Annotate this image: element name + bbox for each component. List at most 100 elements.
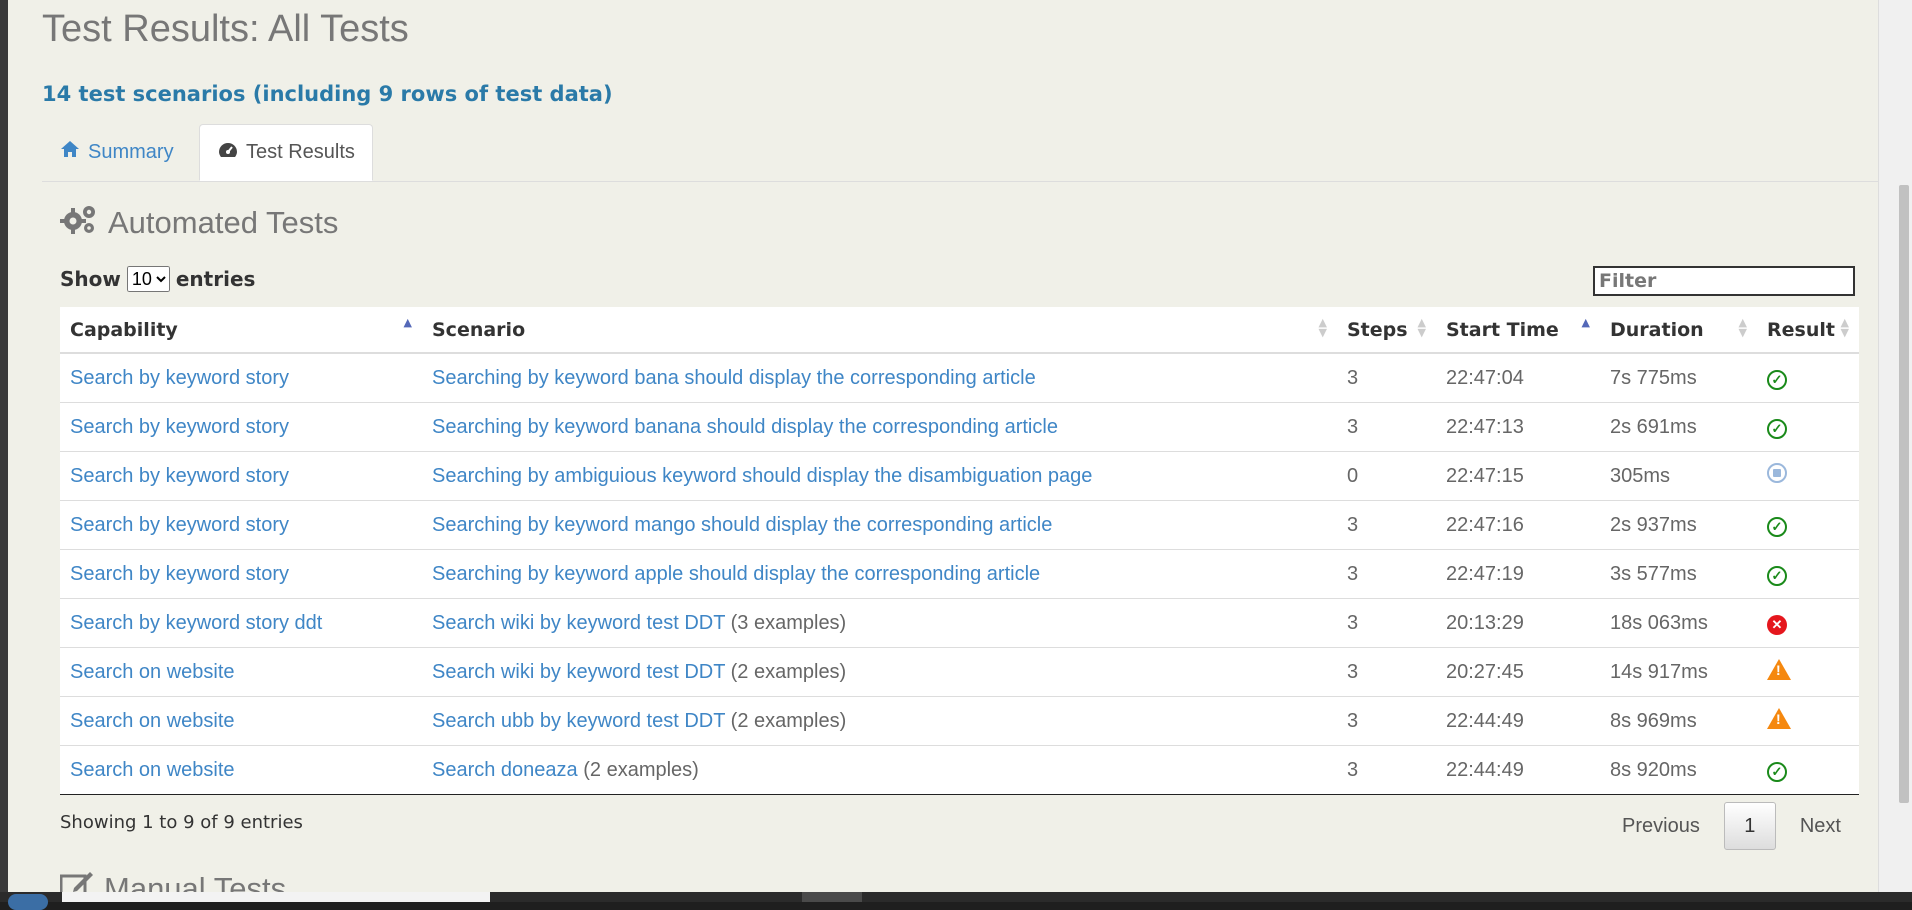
next-page-button[interactable]: Next xyxy=(1776,815,1865,838)
capability-cell: Search by keyword story xyxy=(60,402,422,452)
edit-icon xyxy=(59,870,94,892)
scenario-link[interactable]: Searching by ambiguious keyword should d… xyxy=(432,465,1092,487)
sort-both-icon: ▲ ▼ xyxy=(1738,316,1747,339)
page-title: Test Results: All Tests xyxy=(42,8,409,50)
result-cell: ! xyxy=(1757,696,1859,746)
tab-summary[interactable]: Summary xyxy=(42,124,198,180)
pending-icon xyxy=(1767,463,1787,483)
scenario-cell: Search wiki by keyword test DDT (2 examp… xyxy=(422,647,1337,697)
scenario-count-summary: 14 test scenarios (including 9 rows of t… xyxy=(42,82,613,106)
capability-link[interactable]: Search on website xyxy=(70,759,235,781)
start-time-cell: 20:13:29 xyxy=(1436,598,1600,648)
pass-check-icon: ✓ xyxy=(1767,369,1787,390)
scenario-link[interactable]: Searching by keyword mango should displa… xyxy=(432,514,1052,536)
capability-cell: Search on website xyxy=(60,696,422,746)
capability-cell: Search by keyword story xyxy=(60,500,422,550)
automated-tests-heading-text: Automated Tests xyxy=(108,205,339,240)
steps-cell: 3 xyxy=(1337,402,1436,452)
scenario-cell: Search wiki by keyword test DDT (3 examp… xyxy=(422,598,1337,648)
duration-cell: 8s 920ms xyxy=(1600,745,1757,795)
scenario-link[interactable]: Search wiki by keyword test DDT xyxy=(432,612,725,634)
steps-cell: 3 xyxy=(1337,696,1436,746)
tab-test-results-label: Test Results xyxy=(246,141,355,163)
capability-link[interactable]: Search by keyword story xyxy=(70,563,289,585)
pass-check-icon: ✓ xyxy=(1767,418,1787,439)
previous-page-button[interactable]: Previous xyxy=(1598,815,1724,838)
column-header-scenario[interactable]: Scenario ▲ ▼ xyxy=(422,307,1337,354)
result-cell: ✓ xyxy=(1757,500,1859,550)
examples-count: (2 examples) xyxy=(583,758,699,781)
table-header-row: Capability ▲ Scenario ▲ ▼ Steps ▲ ▼ Start Tim… xyxy=(60,307,1859,354)
steps-cell: 3 xyxy=(1337,500,1436,550)
sort-both-icon: ▲ ▼ xyxy=(1318,316,1327,339)
taskbar-search[interactable] xyxy=(62,892,490,902)
column-header-capability[interactable]: Capability ▲ xyxy=(60,307,422,354)
duration-cell: 3s 577ms xyxy=(1600,549,1757,599)
scenario-link[interactable]: Search ubb by keyword test DDT xyxy=(432,710,725,732)
scenario-link[interactable]: Searching by keyword bana should display… xyxy=(432,367,1036,389)
duration-cell: 8s 969ms xyxy=(1600,696,1757,746)
result-cell: ✓ xyxy=(1757,402,1859,452)
examples-count: (3 examples) xyxy=(730,611,847,634)
scenario-link[interactable]: Search wiki by keyword test DDT xyxy=(432,661,725,683)
column-label: Result xyxy=(1767,318,1835,341)
capability-link[interactable]: Search on website xyxy=(70,710,235,732)
capability-link[interactable]: Search by keyword story xyxy=(70,367,289,389)
column-label: Duration xyxy=(1610,318,1704,341)
column-header-duration[interactable]: Duration ▲ ▼ xyxy=(1600,307,1757,354)
warning-icon: ! xyxy=(1767,658,1791,680)
steps-cell: 3 xyxy=(1337,549,1436,599)
start-time-cell: 20:27:45 xyxy=(1436,647,1600,697)
start-time-cell: 22:44:49 xyxy=(1436,696,1600,746)
table-row: Search by keyword story ddt Search wiki b… xyxy=(60,598,1859,648)
sort-asc-icon: ▲ xyxy=(1581,316,1590,329)
capability-cell: Search on website xyxy=(60,745,422,795)
column-header-start-time[interactable]: Start Time ▲ xyxy=(1436,307,1600,354)
taskbar-app[interactable] xyxy=(802,892,862,902)
scenario-link[interactable]: Searching by keyword banana should displ… xyxy=(432,416,1058,438)
scenario-link[interactable]: Search doneaza xyxy=(432,759,578,781)
table-row: Search by keyword story Searching by ambi… xyxy=(60,451,1859,501)
capability-link[interactable]: Search by keyword story xyxy=(70,465,289,487)
automated-tests-heading: Automated Tests xyxy=(60,203,338,243)
page-size-select[interactable]: 10 xyxy=(126,266,170,292)
start-button[interactable] xyxy=(8,894,48,910)
manual-tests-heading: Manual Tests xyxy=(59,870,287,892)
capability-link[interactable]: Search by keyword story xyxy=(70,514,289,536)
sort-asc-icon: ▲ xyxy=(403,316,412,329)
start-time-cell: 22:47:04 xyxy=(1436,352,1600,403)
table-row: Search on website Search ubb by keyword t… xyxy=(60,696,1859,746)
result-cell: ✓ xyxy=(1757,549,1859,599)
pass-check-icon: ✓ xyxy=(1767,565,1787,586)
report-page: Test Results: All Tests 14 test scenario… xyxy=(8,0,1878,892)
scenario-link[interactable]: Searching by keyword apple should displa… xyxy=(432,563,1040,585)
start-time-cell: 22:47:13 xyxy=(1436,402,1600,452)
fail-x-icon: ✕ xyxy=(1767,614,1787,635)
column-label: Start Time xyxy=(1446,318,1559,341)
taskbar xyxy=(0,892,1912,910)
column-header-steps[interactable]: Steps ▲ ▼ xyxy=(1337,307,1436,354)
table-row: Search by keyword story Searching by keyw… xyxy=(60,402,1859,452)
manual-tests-heading-text: Manual Tests xyxy=(104,871,287,892)
start-time-cell: 22:44:49 xyxy=(1436,745,1600,795)
pagination: Previous 1 Next xyxy=(1598,802,1865,850)
capability-link[interactable]: Search on website xyxy=(70,661,235,683)
filter-input[interactable] xyxy=(1593,266,1855,296)
page-1-button[interactable]: 1 xyxy=(1723,802,1776,850)
steps-cell: 3 xyxy=(1337,745,1436,795)
capability-link[interactable]: Search by keyword story ddt xyxy=(70,612,322,634)
capability-cell: Search by keyword story ddt xyxy=(60,598,422,648)
table-row: Search on website Search wiki by keyword … xyxy=(60,647,1859,697)
table-row: Search by keyword story Searching by keyw… xyxy=(60,549,1859,599)
duration-cell: 14s 917ms xyxy=(1600,647,1757,697)
scenario-cell: Search doneaza (2 examples) xyxy=(422,745,1337,795)
column-header-result[interactable]: Result ▲ ▼ xyxy=(1757,307,1859,354)
scrollbar-thumb[interactable] xyxy=(1899,185,1909,803)
tab-test-results[interactable]: Test Results xyxy=(199,124,373,181)
column-label: Scenario xyxy=(432,318,526,341)
capability-link[interactable]: Search by keyword story xyxy=(70,416,289,438)
report-tabs: Summary Test Results xyxy=(42,124,1878,182)
dashboard-icon xyxy=(218,141,238,165)
scenario-cell: Search ubb by keyword test DDT (2 exampl… xyxy=(422,696,1337,746)
duration-cell: 305ms xyxy=(1600,451,1757,501)
